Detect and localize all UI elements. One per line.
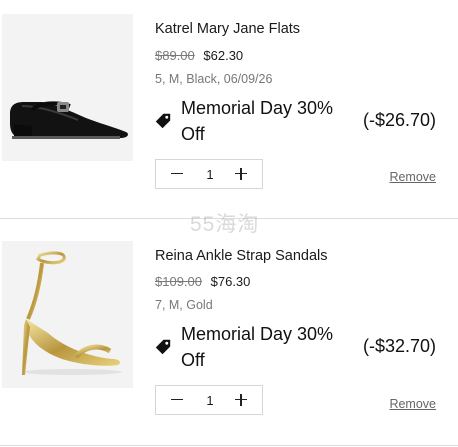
product-image-mary-jane-flat[interactable] <box>2 14 133 161</box>
price-tag-icon <box>155 113 171 129</box>
price-row: $109.00 $76.30 <box>155 274 250 289</box>
black-flat-shoe-icon <box>10 101 128 139</box>
original-price: $89.00 <box>155 48 195 63</box>
variant-details: 5, M, Black, 06/09/26 <box>155 72 273 86</box>
divider <box>0 445 458 446</box>
remove-link[interactable]: Remove <box>389 170 436 184</box>
promo-discount-amount: (-$26.70) <box>362 110 436 130</box>
price-tag-icon <box>155 339 171 355</box>
cart-item: Reina Ankle Strap Sandals $109.00 $76.30… <box>0 219 458 447</box>
variant-details: 7, M, Gold <box>155 298 213 312</box>
sale-price: $76.30 <box>210 274 251 289</box>
plus-icon[interactable] <box>224 386 258 414</box>
quantity-input[interactable] <box>194 160 226 188</box>
minus-icon[interactable] <box>160 160 194 188</box>
product-image-ankle-strap-sandal[interactable] <box>2 241 133 388</box>
promo-name: Memorial Day 30% Off <box>181 98 334 144</box>
minus-icon[interactable] <box>160 386 194 414</box>
quantity-stepper <box>155 385 263 415</box>
product-name[interactable]: Reina Ankle Strap Sandals <box>155 248 328 264</box>
price-row: $89.00 $62.30 <box>155 48 243 63</box>
remove-link[interactable]: Remove <box>389 397 436 411</box>
cart-item: Katrel Mary Jane Flats $89.00 $62.30 5, … <box>0 0 458 218</box>
original-price: $109.00 <box>155 274 202 289</box>
gold-sandal-icon <box>22 251 122 375</box>
promo-name: Memorial Day 30% Off <box>181 324 334 370</box>
product-name[interactable]: Katrel Mary Jane Flats <box>155 21 300 37</box>
sale-price: $62.30 <box>203 48 244 63</box>
quantity-stepper <box>155 159 263 189</box>
plus-icon[interactable] <box>224 160 258 188</box>
promo-discount-amount: (-$32.70) <box>362 336 436 356</box>
quantity-input[interactable] <box>194 386 226 414</box>
